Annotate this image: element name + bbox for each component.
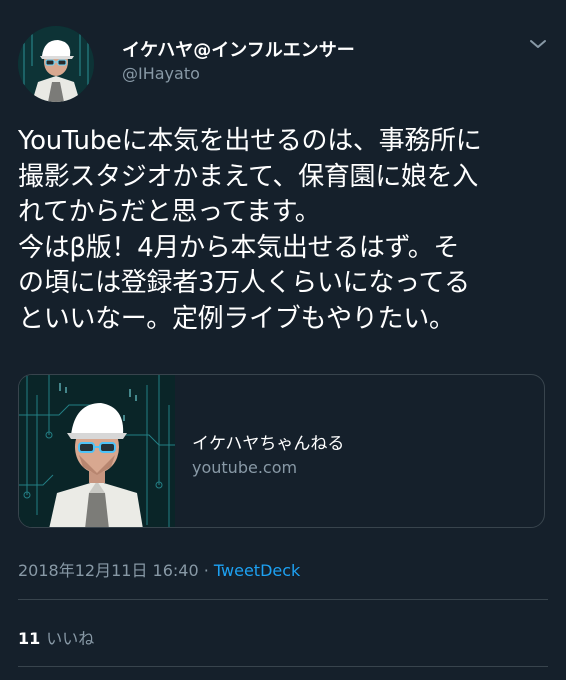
likes-count: 11 — [18, 629, 41, 648]
author-display-name[interactable]: イケハヤ@インフルエンサー — [122, 36, 355, 62]
tweet-text-line: 撮影スタジオかまえて、保育園に娘を入 — [18, 161, 479, 192]
tweet-text: YouTubeに本気を出せるのは、事務所に 撮影スタジオかまえて、保育園に娘を入… — [18, 124, 554, 337]
tweet-text-line: YouTubeに本気を出せるのは、事務所に — [18, 126, 482, 156]
tweet-text-line: の頃には登録者3万人くらいになってる — [18, 268, 470, 298]
channel-thumbnail-image — [19, 375, 175, 527]
link-card[interactable]: イケハヤちゃんねる youtube.com — [18, 374, 545, 528]
link-card-domain: youtube.com — [192, 458, 298, 477]
tweet-text-line: といいなー。定例ライブもやりたい。 — [18, 303, 455, 334]
author-avatar[interactable] — [18, 26, 94, 102]
meta-separator: · — [198, 561, 214, 580]
likes-label: いいね — [46, 629, 95, 648]
author-handle[interactable]: @IHayato — [122, 64, 200, 83]
tweet-text-line: れてからだと思ってます。 — [18, 197, 321, 227]
link-card-thumbnail — [19, 375, 175, 527]
tweet-text-line: 今はβ版！4月から本気出せるはず。そ — [18, 232, 460, 263]
divider — [18, 666, 548, 667]
likes-stat[interactable]: 11 いいね — [18, 625, 94, 649]
tweet-menu-button[interactable] — [526, 34, 550, 54]
tweet-meta: 2018年12月11日 16:40 · TweetDeck — [18, 557, 300, 581]
tweet-timestamp[interactable]: 2018年12月11日 16:40 — [18, 561, 199, 580]
tweet-source-link[interactable]: TweetDeck — [214, 561, 300, 580]
avatar-image — [18, 26, 94, 102]
link-card-title: イケハヤちゃんねる — [192, 434, 345, 454]
chevron-down-icon — [530, 40, 546, 48]
divider — [18, 599, 548, 600]
